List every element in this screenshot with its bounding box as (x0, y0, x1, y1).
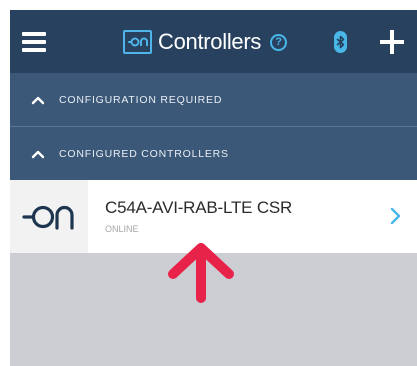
section-label: CONFIGURATION REQUIRED (59, 93, 223, 106)
menu-icon-bar (22, 48, 46, 52)
controller-name: C54A-AVI-RAB-LTE CSR (105, 198, 293, 217)
app-header: Controllers ? (10, 10, 417, 73)
section-label: CONFIGURED CONTROLLERS (59, 147, 229, 160)
bluetooth-icon[interactable] (334, 31, 347, 53)
menu-icon-bar (22, 40, 46, 44)
on-logo-icon (123, 30, 152, 54)
chevron-right-icon[interactable] (389, 206, 401, 226)
section-configuration-required[interactable]: CONFIGURATION REQUIRED (10, 73, 417, 127)
add-controller-button[interactable] (380, 30, 404, 54)
help-icon[interactable]: ? (270, 33, 288, 51)
arrow-up-icon (168, 243, 234, 303)
chevron-up-icon (31, 96, 45, 104)
page-title: Controllers (158, 29, 262, 54)
help-glyph: ? (275, 36, 282, 48)
menu-button[interactable] (22, 32, 46, 52)
menu-icon-bar (22, 32, 46, 36)
section-configured-controllers[interactable]: CONFIGURED CONTROLLERS (10, 127, 417, 180)
on-logo-icon (10, 180, 88, 253)
controller-status: ONLINE (105, 224, 139, 234)
controllers-screen: Controllers ? CONFIGURATION REQUIRED CON… (10, 10, 417, 366)
header-title-group: Controllers ? (123, 29, 288, 55)
chevron-up-icon (31, 150, 45, 158)
